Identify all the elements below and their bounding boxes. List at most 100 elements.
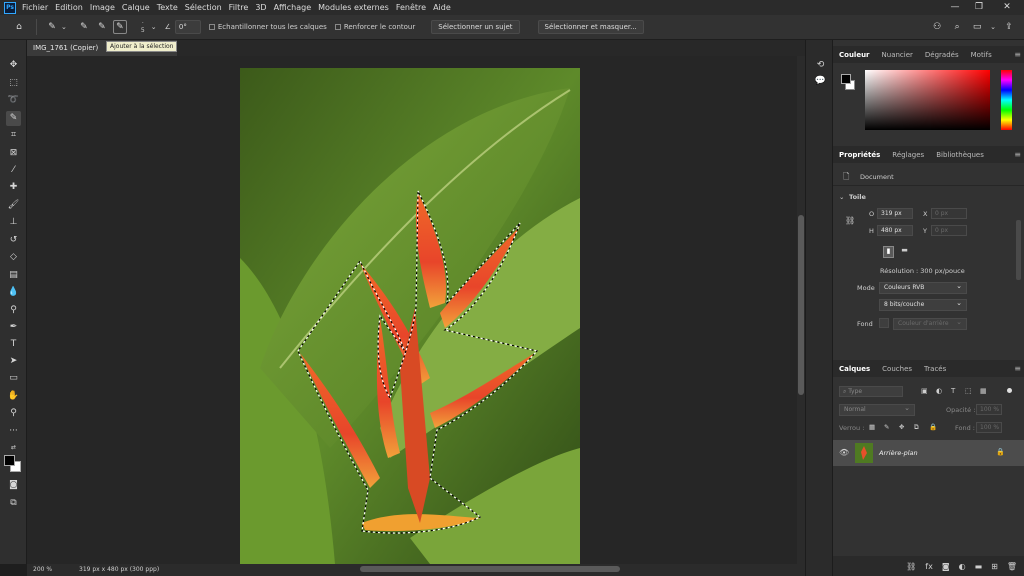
workspace-icon[interactable]: ▭ bbox=[970, 20, 984, 34]
hue-slider[interactable] bbox=[1001, 70, 1012, 130]
restore-button[interactable]: ❐ bbox=[968, 0, 990, 15]
portrait-orientation-icon[interactable]: ▮ bbox=[883, 246, 894, 258]
fond-color-swatch[interactable] bbox=[879, 318, 889, 328]
menu-filtre[interactable]: Filtre bbox=[229, 3, 249, 12]
menu-edition[interactable]: Edition bbox=[55, 3, 83, 12]
tab-motifs[interactable]: Motifs bbox=[965, 51, 998, 59]
frame-tool-icon[interactable]: ⊠ bbox=[6, 146, 21, 161]
lock-all-icon[interactable]: 🔒 bbox=[929, 423, 937, 431]
zoom-level[interactable]: 200 % bbox=[33, 564, 52, 576]
group-icon[interactable]: ▬ bbox=[975, 562, 983, 571]
lasso-tool-icon[interactable]: ➰ bbox=[6, 93, 21, 108]
tab-traces[interactable]: Tracés bbox=[918, 365, 952, 373]
blend-mode-select[interactable]: Normal bbox=[839, 403, 915, 416]
menu-selection[interactable]: Sélection bbox=[185, 3, 222, 12]
fond-select[interactable]: Couleur d'arrière bbox=[893, 317, 967, 330]
menu-aide[interactable]: Aide bbox=[433, 3, 451, 12]
section-chevron-icon[interactable]: ⌄ bbox=[839, 193, 844, 201]
new-selection-icon[interactable]: ✎ bbox=[77, 20, 91, 34]
adjustment-layer-icon[interactable]: ◐ bbox=[959, 562, 966, 571]
horizontal-scroll-thumb[interactable] bbox=[360, 566, 620, 572]
eyedropper-tool-icon[interactable]: ⁄ bbox=[6, 163, 21, 178]
layer-name[interactable]: Arrière-plan bbox=[879, 449, 918, 457]
enhance-edge-checkbox[interactable] bbox=[334, 24, 341, 30]
tab-nuancier[interactable]: Nuancier bbox=[876, 51, 919, 59]
link-layers-icon[interactable]: ⛓ bbox=[906, 562, 916, 571]
crop-tool-icon[interactable]: ⌗ bbox=[6, 128, 21, 143]
add-selection-icon[interactable]: ✎ bbox=[95, 20, 109, 34]
subtract-selection-icon[interactable]: ✎ bbox=[112, 20, 127, 34]
quick-mask-icon[interactable]: ◙ bbox=[6, 478, 21, 493]
filter-smart-object-icon[interactable]: ▦ bbox=[980, 387, 987, 395]
blur-tool-icon[interactable]: 💧 bbox=[6, 285, 21, 300]
layers-panel-menu-icon[interactable]: ≡ bbox=[1014, 364, 1021, 373]
tab-degrades[interactable]: Dégradés bbox=[919, 51, 965, 59]
hand-tool-icon[interactable]: ✋ bbox=[6, 389, 21, 404]
menu-modules-externes[interactable]: Modules externes bbox=[318, 3, 389, 12]
tab-reglages[interactable]: Réglages bbox=[886, 151, 930, 159]
height-field[interactable]: 480 px bbox=[877, 225, 913, 236]
home-icon[interactable]: ⌂ bbox=[12, 20, 26, 34]
rectangle-tool-icon[interactable]: ▭ bbox=[6, 371, 21, 386]
minimize-button[interactable]: — bbox=[944, 0, 966, 15]
tab-calques[interactable]: Calques bbox=[833, 365, 876, 373]
filter-shape-icon[interactable]: ⬚ bbox=[965, 387, 972, 395]
zoom-tool-icon[interactable]: ⚲ bbox=[6, 406, 21, 421]
history-brush-tool-icon[interactable]: ↺ bbox=[6, 233, 21, 248]
brush-size-indicator[interactable]: · 5 bbox=[141, 20, 145, 34]
canvas-area[interactable] bbox=[27, 56, 797, 564]
document-image[interactable] bbox=[240, 68, 580, 564]
width-field[interactable]: 319 px bbox=[877, 208, 913, 219]
filter-adjustment-icon[interactable]: ◐ bbox=[936, 387, 942, 395]
x-field[interactable]: 0 px bbox=[931, 208, 967, 219]
lock-transparent-icon[interactable]: ▦ bbox=[869, 423, 875, 431]
lock-artboard-icon[interactable]: ⧉ bbox=[914, 423, 919, 432]
tab-couleur[interactable]: Couleur bbox=[833, 51, 876, 59]
search-icon[interactable]: ⌕ bbox=[950, 20, 964, 34]
menu-affichage[interactable]: Affichage bbox=[274, 3, 312, 12]
path-selection-tool-icon[interactable]: ➤ bbox=[6, 354, 21, 369]
comments-panel-icon[interactable]: 💬 bbox=[813, 74, 828, 89]
eraser-tool-icon[interactable]: ◇ bbox=[6, 250, 21, 265]
screen-mode-icon[interactable]: ⧉ bbox=[6, 496, 21, 511]
mode-select[interactable]: Couleurs RVB bbox=[879, 281, 967, 294]
history-panel-icon[interactable]: ⟲ bbox=[813, 58, 828, 73]
vertical-scroll-thumb[interactable] bbox=[798, 215, 804, 395]
workspace-chevron-icon[interactable]: ⌄ bbox=[990, 23, 996, 31]
layer-effects-icon[interactable]: fx bbox=[925, 562, 933, 571]
bits-select[interactable]: 8 bits/couche bbox=[879, 298, 967, 311]
type-tool-icon[interactable]: T bbox=[6, 337, 21, 352]
dodge-tool-icon[interactable]: ⚲ bbox=[6, 303, 21, 318]
new-layer-icon[interactable]: ⊞ bbox=[991, 562, 998, 571]
select-and-mask-button[interactable]: Sélectionner et masquer... bbox=[537, 20, 644, 34]
menu-fichier[interactable]: Fichier bbox=[22, 3, 48, 12]
lock-position-icon[interactable]: ✥ bbox=[899, 423, 904, 431]
color-panel-menu-icon[interactable]: ≡ bbox=[1014, 50, 1021, 59]
tool-preset-chevron-icon[interactable]: ⌄ bbox=[61, 23, 67, 31]
brush-tool-icon[interactable]: 🖌 bbox=[6, 198, 21, 213]
landscape-orientation-icon[interactable]: ▬ bbox=[899, 246, 910, 258]
close-button[interactable]: ✕ bbox=[996, 0, 1018, 15]
share-upload-icon[interactable]: ⇪ bbox=[1002, 20, 1016, 34]
filter-toggle-icon[interactable] bbox=[1007, 388, 1012, 393]
opacity-field[interactable]: 100 % bbox=[976, 404, 1002, 415]
layer-row[interactable]: 👁 Arrière-plan 🔒 bbox=[833, 440, 1024, 466]
healing-brush-tool-icon[interactable]: ✚ bbox=[6, 180, 21, 195]
brush-chevron-icon[interactable]: ⌄ bbox=[151, 23, 157, 31]
menu-texte[interactable]: Texte bbox=[157, 3, 178, 12]
properties-panel-menu-icon[interactable]: ≡ bbox=[1014, 150, 1021, 159]
menu-fenetre[interactable]: Fenêtre bbox=[396, 3, 426, 12]
tab-couches[interactable]: Couches bbox=[876, 365, 918, 373]
lock-image-icon[interactable]: ✎ bbox=[884, 423, 889, 431]
fill-field[interactable]: 100 % bbox=[976, 422, 1002, 433]
fg-color-chip[interactable] bbox=[841, 74, 851, 84]
properties-scrollbar[interactable] bbox=[1016, 220, 1021, 280]
move-tool-icon[interactable]: ✥ bbox=[6, 58, 21, 73]
color-field[interactable] bbox=[865, 70, 990, 130]
pen-tool-icon[interactable]: ✒ bbox=[6, 320, 21, 335]
filter-type-icon[interactable]: T bbox=[951, 387, 955, 395]
delete-layer-icon[interactable]: 🗑 bbox=[1007, 562, 1017, 571]
quick-selection-tool-icon[interactable]: ✎ bbox=[6, 111, 21, 126]
gradient-tool-icon[interactable]: ▤ bbox=[6, 268, 21, 283]
share-icon[interactable]: ⚇ bbox=[930, 20, 944, 34]
